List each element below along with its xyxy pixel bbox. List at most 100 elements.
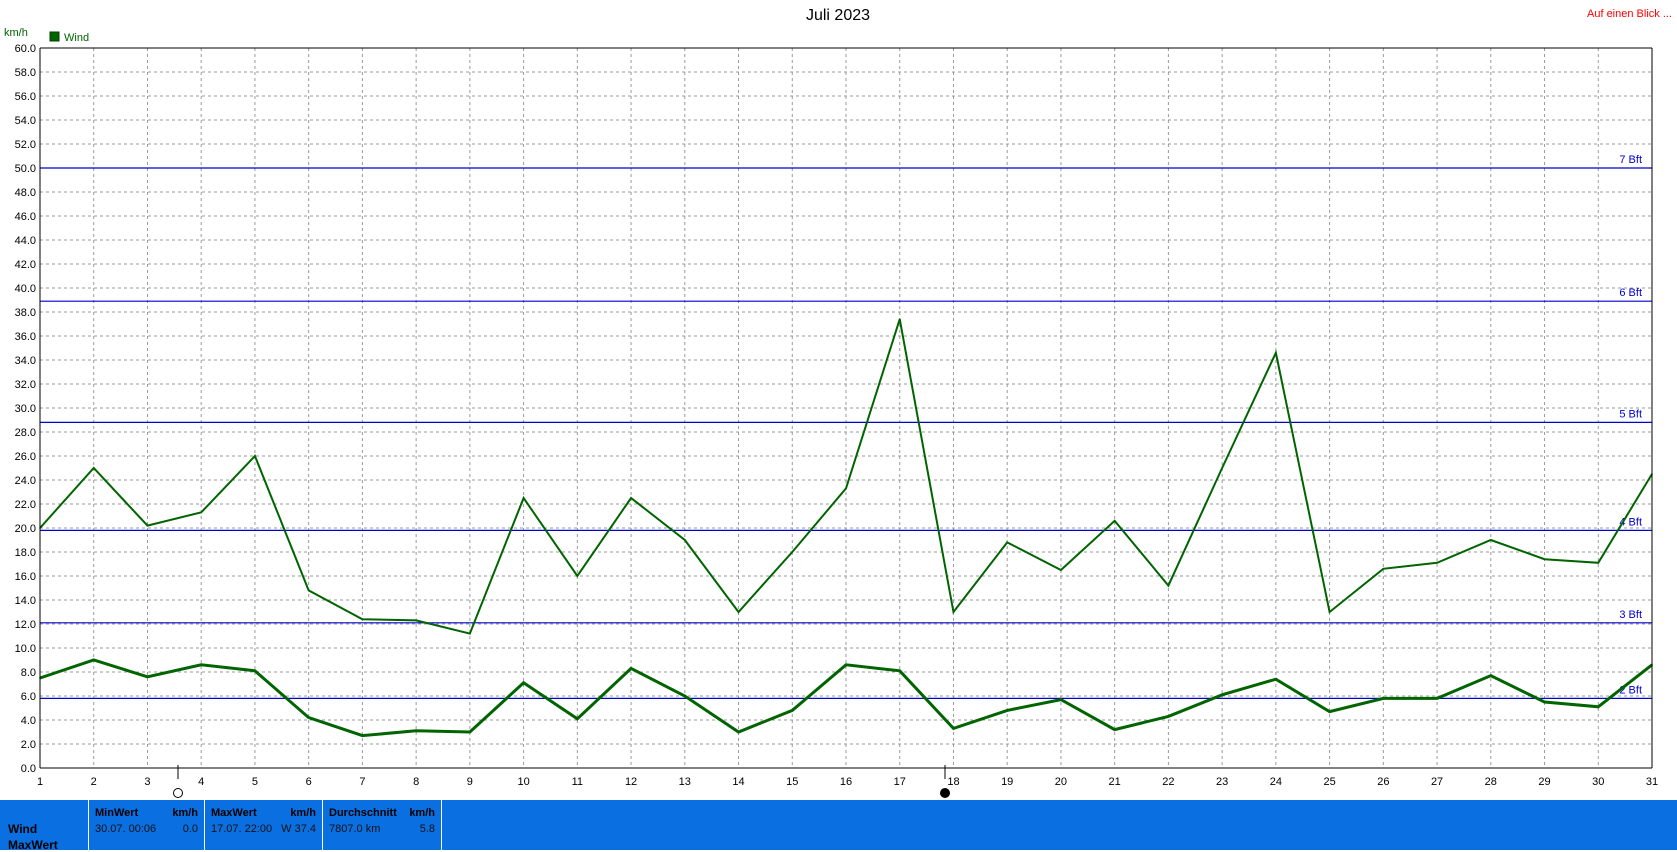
x-tick-label: 2 xyxy=(91,776,97,788)
data-point xyxy=(630,667,632,670)
x-tick-label: 21 xyxy=(1109,776,1121,788)
y-tick-label: 24.0 xyxy=(15,475,36,487)
y-tick-label: 32.0 xyxy=(15,379,36,391)
grid xyxy=(40,48,1652,768)
stat-min-value: 0.0 xyxy=(182,823,198,835)
x-tick-label: 14 xyxy=(732,776,744,788)
stat-min-date: 30.07. 00:06 xyxy=(95,823,157,835)
data-point xyxy=(200,664,202,666)
data-point xyxy=(845,487,847,490)
y-tick-label: 14.0 xyxy=(15,595,36,607)
y-tick-label: 52.0 xyxy=(15,139,36,151)
legend-label-wind: Wind xyxy=(64,32,89,44)
x-tick-label: 6 xyxy=(306,776,312,788)
data-point xyxy=(1060,569,1062,571)
x-tick-label: 3 xyxy=(144,776,150,788)
stat-min-unit: km/h xyxy=(172,807,198,819)
data-point xyxy=(1060,698,1062,701)
x-tick-label: 20 xyxy=(1055,776,1067,788)
x-tick-label: 12 xyxy=(625,776,637,788)
data-point xyxy=(200,511,202,514)
y-tick-label: 12.0 xyxy=(15,619,36,631)
stat-avg-header: Durchschnitt xyxy=(329,807,397,819)
y-tick-label: 22.0 xyxy=(15,499,36,511)
markers xyxy=(173,765,950,798)
x-tick-label: 8 xyxy=(413,776,419,788)
data-point xyxy=(684,539,686,541)
chart-title: Juli 2023 xyxy=(806,7,870,24)
x-tick-label: 28 xyxy=(1485,776,1497,788)
data-point xyxy=(1436,697,1438,700)
y-tick-label: 26.0 xyxy=(15,451,36,463)
x-tick-label: 10 xyxy=(517,776,529,788)
beaufort-label: 5 Bft xyxy=(1619,408,1642,420)
max-marker-icon xyxy=(940,788,950,798)
stat-max-header: MaxWert xyxy=(211,807,257,819)
data-point xyxy=(737,611,740,613)
x-tick-label: 19 xyxy=(1001,776,1013,788)
data-point xyxy=(1275,678,1277,680)
data-point xyxy=(1113,520,1116,522)
data-point xyxy=(1543,701,1546,703)
data-point xyxy=(1006,541,1008,544)
data-point xyxy=(1543,558,1546,560)
data-point xyxy=(254,670,256,672)
data-point xyxy=(952,727,955,730)
data-point xyxy=(1597,562,1600,564)
data-point xyxy=(737,731,740,733)
data-point xyxy=(1382,697,1385,700)
stat-max-date: 17.07. 22:00 xyxy=(211,823,273,835)
y-tick-label: 8.0 xyxy=(21,667,36,679)
stat-min-header: MinWert xyxy=(95,807,139,819)
y-tick-label: 18.0 xyxy=(15,547,36,559)
x-tick-label: 27 xyxy=(1431,776,1443,788)
data-point xyxy=(1221,694,1223,696)
y-tick-label: 54.0 xyxy=(15,115,36,127)
stat-max-unit: km/h xyxy=(290,807,316,819)
y-tick-label: 36.0 xyxy=(15,331,36,343)
stats-bar: Wind MaxWert MinWert km/h 30.07. 00:06 0… xyxy=(0,800,1677,852)
data-point xyxy=(1328,611,1331,613)
x-tick-label: 7 xyxy=(359,776,365,788)
x-tick-label: 1 xyxy=(37,776,43,788)
stat-avg-total: 7807.0 km xyxy=(329,823,381,835)
data-point xyxy=(898,318,901,321)
x-tick-label: 17 xyxy=(894,776,906,788)
stats-row-label-wind: Wind xyxy=(8,822,38,836)
y-tick-label: 60.0 xyxy=(15,43,36,55)
data-point xyxy=(415,619,417,622)
y-tick-label: 2.0 xyxy=(21,739,36,751)
at-a-glance-link[interactable]: Auf einen Blick ... xyxy=(1587,8,1672,20)
data-point xyxy=(92,659,95,661)
data-point xyxy=(845,664,847,666)
data-point xyxy=(1167,715,1170,718)
data-point xyxy=(415,730,417,732)
data-point xyxy=(146,676,149,678)
data-point xyxy=(307,716,310,719)
data-point xyxy=(1275,352,1277,354)
y-tick-label: 34.0 xyxy=(15,355,36,367)
x-tick-label: 11 xyxy=(572,776,583,788)
data-point xyxy=(1006,709,1008,712)
y-tick-label: 0.0 xyxy=(21,763,36,775)
data-point xyxy=(469,632,471,635)
data-point xyxy=(1490,674,1492,677)
data-point xyxy=(791,551,794,553)
data-point xyxy=(952,611,955,613)
x-tick-label: 4 xyxy=(198,776,204,788)
stat-max-value: W 37.4 xyxy=(281,823,316,835)
x-tick-label: 18 xyxy=(947,776,959,788)
beaufort-label: 3 Bft xyxy=(1619,609,1642,621)
stat-avg-unit: km/h xyxy=(409,807,435,819)
x-tick-label: 5 xyxy=(252,776,258,788)
y-tick-label: 44.0 xyxy=(15,235,36,247)
x-tick-label: 15 xyxy=(786,776,798,788)
data-point xyxy=(361,618,364,620)
x-tick-label: 9 xyxy=(467,776,473,788)
y-tick-label: 50.0 xyxy=(15,163,36,175)
y-tick-label: 56.0 xyxy=(15,91,36,103)
data-point xyxy=(1113,728,1116,731)
data-point xyxy=(1382,568,1385,570)
x-tick-label: 31 xyxy=(1646,776,1658,788)
x-tick-label: 16 xyxy=(840,776,852,788)
